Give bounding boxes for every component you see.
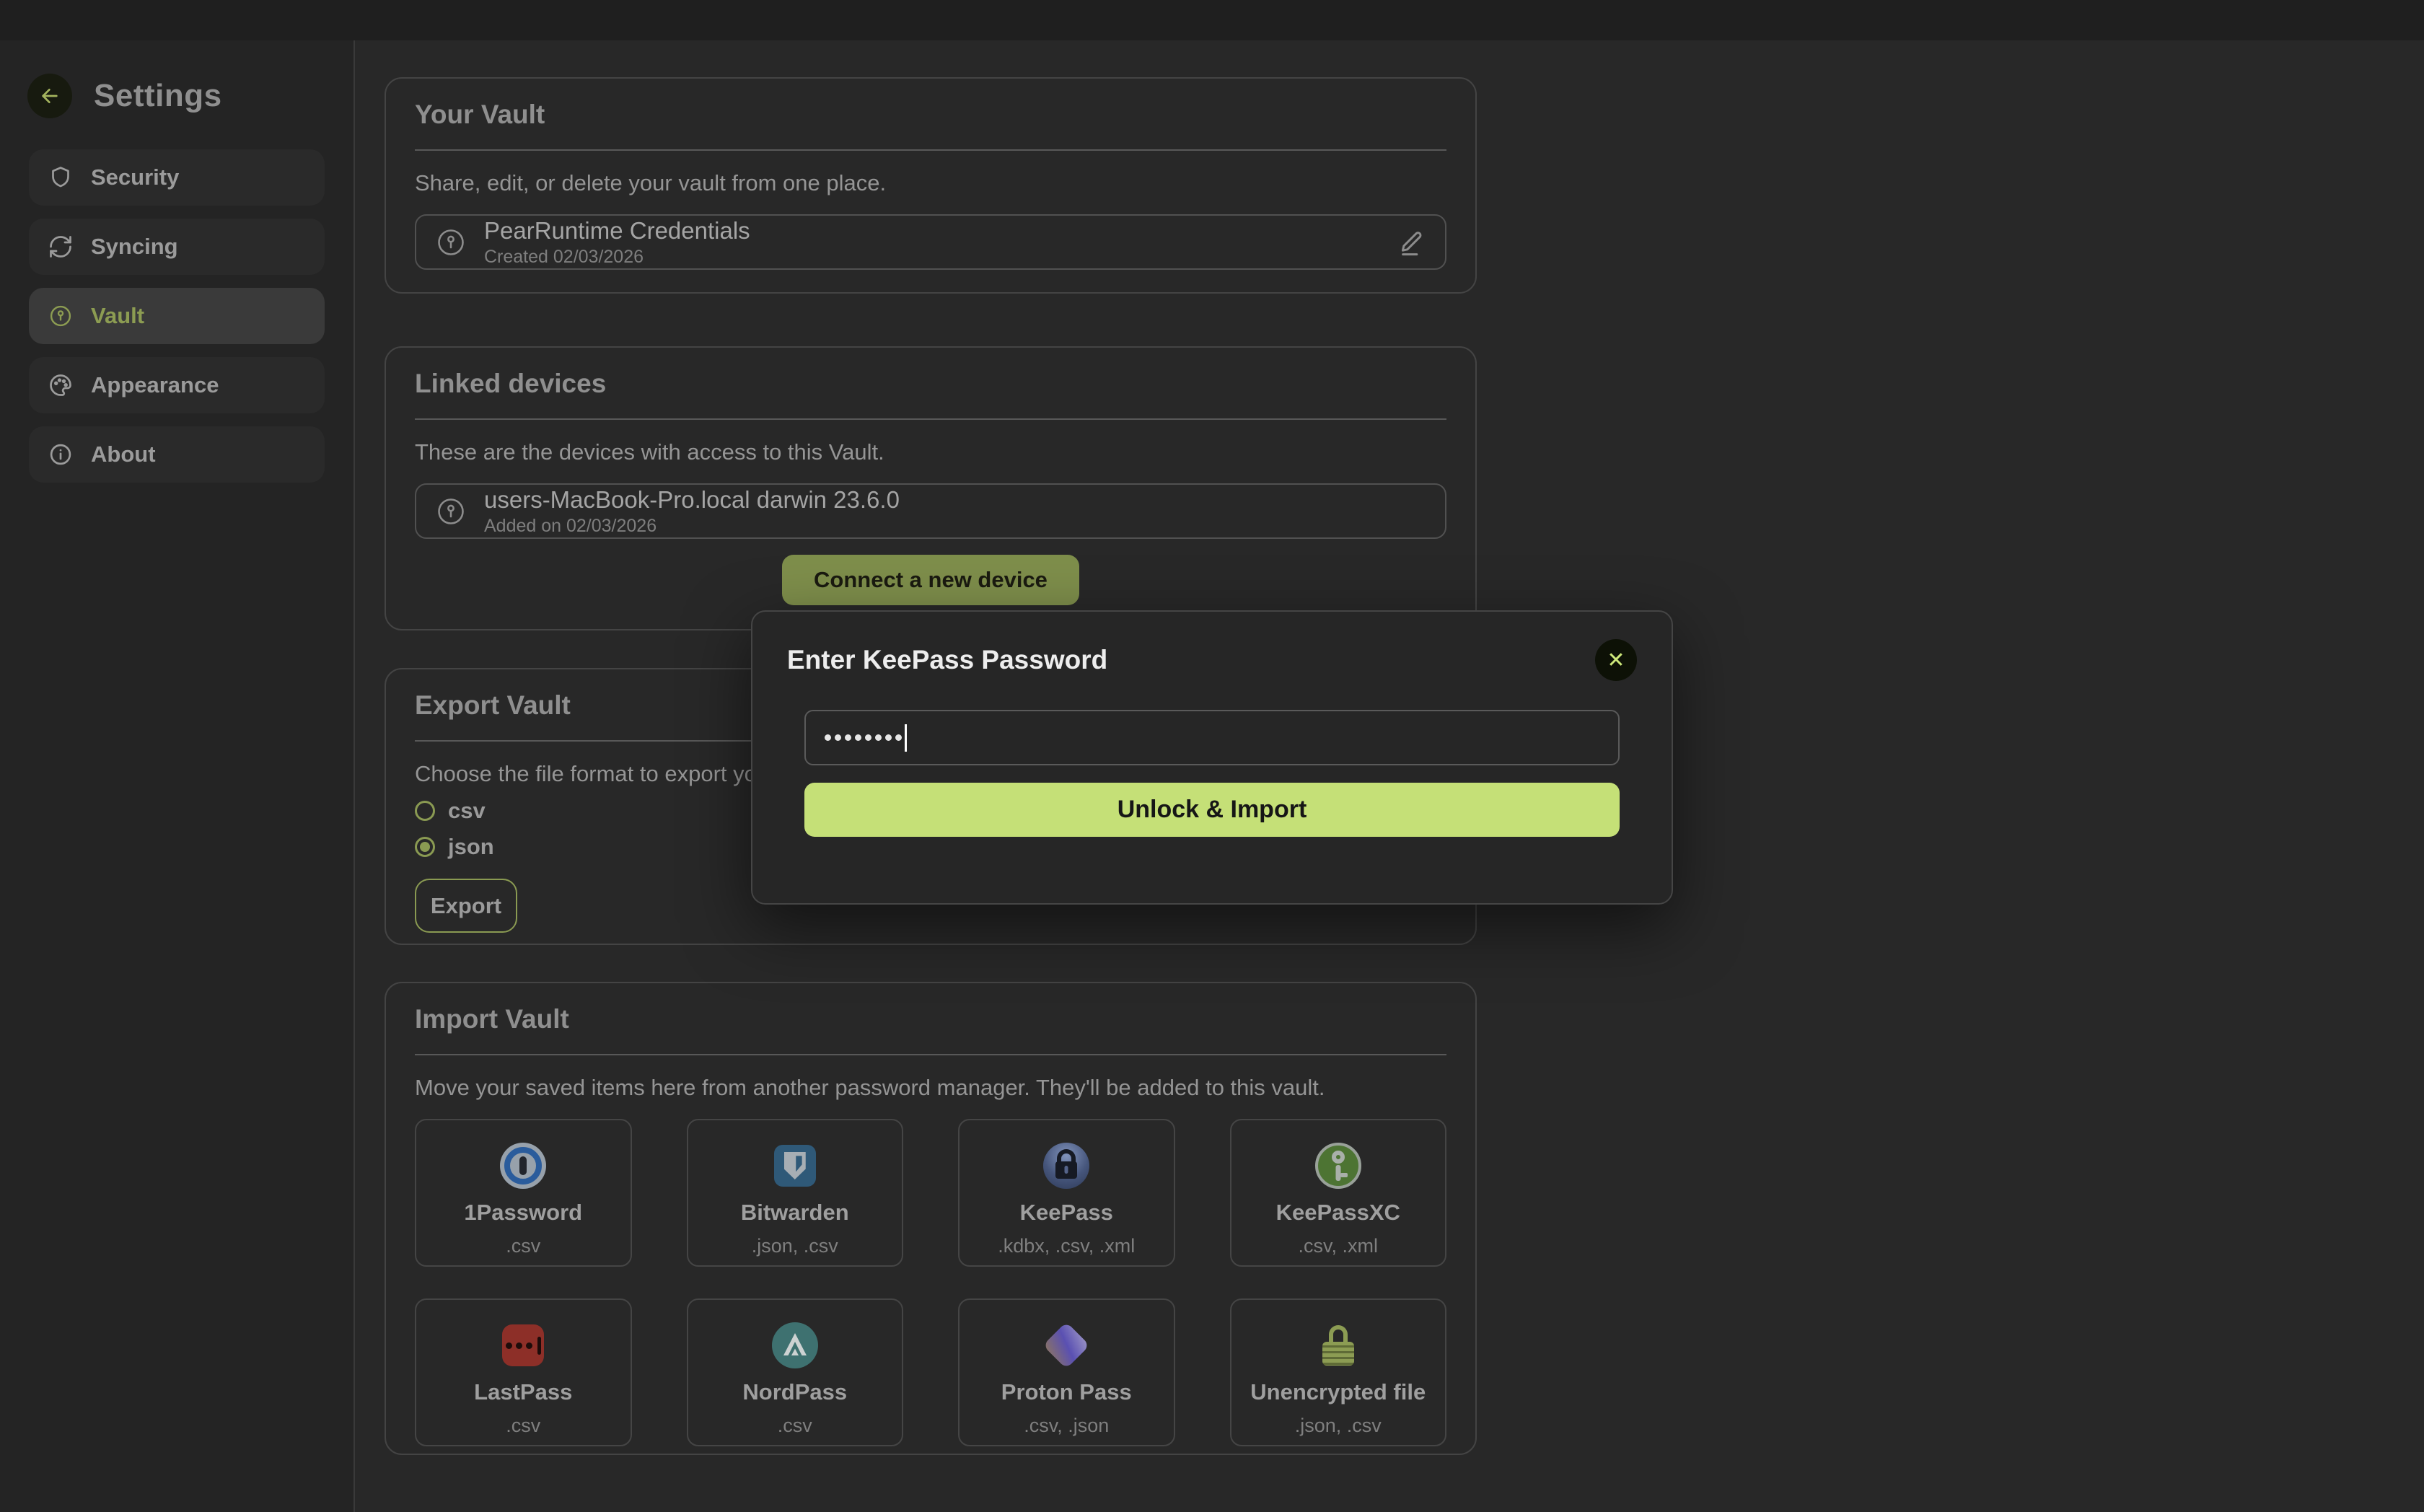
import-provider-keepassxc[interactable]: KeePassXC .csv, .xml (1230, 1119, 1447, 1267)
your-vault-card: Your Vault Share, edit, or delete your v… (385, 77, 1477, 294)
sidebar-item-label: Security (91, 164, 179, 190)
dialog-title: Enter KeePass Password (787, 645, 1107, 675)
device-added-date: Added on 02/03/2026 (484, 516, 900, 537)
provider-name: KeePass (1020, 1200, 1113, 1226)
import-provider-protonpass[interactable]: Proton Pass .csv, .json (958, 1298, 1175, 1446)
unencrypted-lock-icon (1322, 1322, 1354, 1369)
edit-pencil-icon[interactable] (1396, 227, 1426, 258)
device-name: users-MacBook-Pro.local darwin 23.6.0 (484, 486, 900, 514)
provider-formats: .csv (506, 1415, 540, 1437)
window-titlebar (0, 0, 2424, 40)
bitwarden-icon (774, 1142, 816, 1190)
import-provider-1password[interactable]: 1Password .csv (415, 1119, 632, 1267)
provider-name: KeePassXC (1276, 1200, 1400, 1226)
import-provider-lastpass[interactable]: LastPass .csv (415, 1298, 632, 1446)
your-vault-title: Your Vault (415, 100, 1446, 129)
import-vault-description: Move your saved items here from another … (415, 1074, 1446, 1102)
connect-new-device-button[interactable]: Connect a new device (782, 555, 1079, 605)
provider-formats: .csv (506, 1235, 540, 1257)
key-icon (48, 303, 74, 329)
password-input[interactable] (804, 710, 1620, 765)
provider-formats: .csv, .xml (1299, 1235, 1379, 1257)
sync-icon (48, 234, 74, 260)
lastpass-icon (502, 1322, 544, 1369)
device-row[interactable]: users-MacBook-Pro.local darwin 23.6.0 Ad… (415, 483, 1446, 539)
sidebar-item-appearance[interactable]: Appearance (29, 357, 325, 413)
settings-nav: Security Syncing Vault Appearance (0, 149, 354, 483)
provider-formats: .kdbx, .csv, .xml (998, 1235, 1135, 1257)
provider-formats: .json, .csv (752, 1235, 838, 1257)
vault-created-date: Created 02/03/2026 (484, 247, 750, 268)
nordpass-icon (772, 1322, 818, 1369)
arrow-left-icon (38, 84, 61, 107)
sidebar-item-security[interactable]: Security (29, 149, 325, 206)
settings-sidebar: Settings Security Syncing Vault (0, 40, 355, 1512)
import-provider-nordpass[interactable]: NordPass .csv (687, 1298, 904, 1446)
provider-name: 1Password (464, 1200, 582, 1226)
provider-name: NordPass (742, 1379, 847, 1405)
import-provider-grid: 1Password .csv Bitwarden .json, .csv Kee… (415, 1119, 1446, 1446)
keepass-icon (1043, 1142, 1089, 1190)
connect-row: Connect a new device (415, 539, 1446, 605)
text-caret (905, 724, 907, 752)
close-icon[interactable]: ✕ (1595, 639, 1637, 681)
vault-name: PearRuntime Credentials (484, 217, 750, 245)
sidebar-item-syncing[interactable]: Syncing (29, 219, 325, 275)
divider (415, 1054, 1446, 1055)
palette-icon (48, 372, 74, 398)
keepass-password-dialog: Enter KeePass Password ✕ Unlock & Import (751, 610, 1673, 905)
provider-formats: .json, .csv (1295, 1415, 1382, 1437)
sidebar-item-label: About (91, 441, 156, 467)
provider-name: LastPass (474, 1379, 572, 1405)
vault-item-row[interactable]: PearRuntime Credentials Created 02/03/20… (415, 214, 1446, 270)
import-vault-card: Import Vault Move your saved items here … (385, 982, 1477, 1455)
key-icon (435, 496, 467, 527)
app-window: Settings Security Syncing Vault (0, 0, 2424, 1512)
back-button[interactable] (27, 74, 72, 118)
sidebar-item-label: Syncing (91, 234, 178, 260)
provider-name: Proton Pass (1001, 1379, 1132, 1405)
dialog-header: Enter KeePass Password ✕ (787, 639, 1637, 681)
provider-name: Bitwarden (741, 1200, 849, 1226)
divider (415, 418, 1446, 420)
linked-devices-description: These are the devices with access to thi… (415, 439, 1446, 466)
sidebar-header: Settings (27, 74, 326, 118)
keepassxc-icon (1315, 1142, 1361, 1190)
unlock-import-button[interactable]: Unlock & Import (804, 783, 1620, 837)
password-dots (825, 734, 902, 741)
key-icon (435, 227, 467, 258)
your-vault-description: Share, edit, or delete your vault from o… (415, 170, 1446, 197)
export-button[interactable]: Export (415, 879, 517, 933)
import-vault-title: Import Vault (415, 1005, 1446, 1034)
1password-icon (500, 1142, 546, 1190)
provider-formats: .csv (778, 1415, 812, 1437)
import-provider-unencrypted-file[interactable]: Unencrypted file .json, .csv (1230, 1298, 1447, 1446)
import-provider-keepass[interactable]: KeePass .kdbx, .csv, .xml (958, 1119, 1175, 1267)
radio-csv[interactable] (415, 801, 435, 821)
page-title: Settings (94, 78, 222, 114)
sidebar-item-about[interactable]: About (29, 426, 325, 483)
radio-label-csv: csv (448, 798, 486, 824)
radio-label-json: json (448, 834, 494, 860)
sidebar-item-label: Vault (91, 303, 144, 329)
protonpass-icon (1050, 1322, 1083, 1369)
linked-devices-title: Linked devices (415, 369, 1446, 398)
sidebar-item-vault[interactable]: Vault (29, 288, 325, 344)
radio-json[interactable] (415, 837, 435, 857)
import-provider-bitwarden[interactable]: Bitwarden .json, .csv (687, 1119, 904, 1267)
info-icon (48, 441, 74, 467)
shield-icon (48, 164, 74, 190)
sidebar-item-label: Appearance (91, 372, 219, 398)
provider-name: Unencrypted file (1250, 1379, 1426, 1405)
linked-devices-card: Linked devices These are the devices wit… (385, 346, 1477, 630)
provider-formats: .csv, .json (1024, 1415, 1109, 1437)
divider (415, 149, 1446, 151)
